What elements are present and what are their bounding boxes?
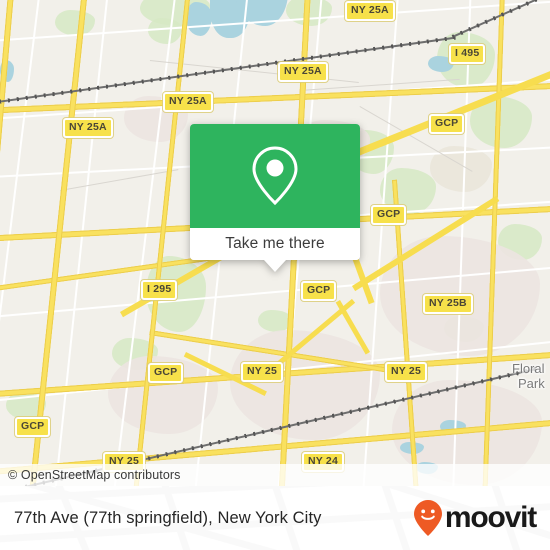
road-shield: NY 25 — [241, 362, 283, 382]
take-me-there-label: Take me there — [225, 235, 325, 252]
location-title: 77th Ave (77th springfield), New York Ci… — [14, 508, 322, 527]
road-shield: GCP — [429, 114, 465, 134]
place-label-floral: Floral — [512, 361, 545, 376]
road-shield: NY 25A — [278, 62, 328, 82]
landuse-park — [148, 18, 182, 44]
road-shield: GCP — [301, 281, 337, 301]
road-shield: I 495 — [449, 44, 486, 64]
road-shield: NY 25B — [423, 294, 473, 314]
footer-bar: 77th Ave (77th springfield), New York Ci… — [0, 486, 550, 550]
attribution-text: © OpenStreetMap contributors — [8, 468, 181, 482]
road-shield: NY 25A — [63, 118, 113, 138]
place-label-park: Park — [518, 376, 545, 391]
map-pin-icon — [252, 146, 298, 206]
take-me-there-button[interactable]: Take me there — [190, 228, 360, 260]
water-body — [186, 2, 212, 36]
road-shield: NY 25A — [345, 1, 395, 21]
map-screenshot: NY 25A NY 25A NY 25A NY 25A I 495 GCP GC… — [0, 0, 550, 550]
map-attribution[interactable]: © OpenStreetMap contributors — [0, 464, 550, 486]
road-shield: GCP — [148, 363, 184, 383]
moovit-wordmark: moovit — [444, 501, 537, 534]
moovit-smiley-pin-icon — [413, 500, 442, 536]
location-popup[interactable]: Take me there — [190, 124, 360, 272]
road-shield: NY 25A — [163, 92, 213, 112]
popup-pointer-tail — [264, 260, 286, 272]
popup-body: Take me there — [190, 124, 360, 260]
road-shield: I 295 — [141, 280, 178, 300]
moovit-logo[interactable]: moovit — [413, 499, 550, 537]
road-shield: GCP — [371, 205, 407, 225]
road-shield: GCP — [15, 417, 51, 437]
popup-header — [190, 124, 360, 228]
road-shield: NY 25 — [385, 362, 427, 382]
